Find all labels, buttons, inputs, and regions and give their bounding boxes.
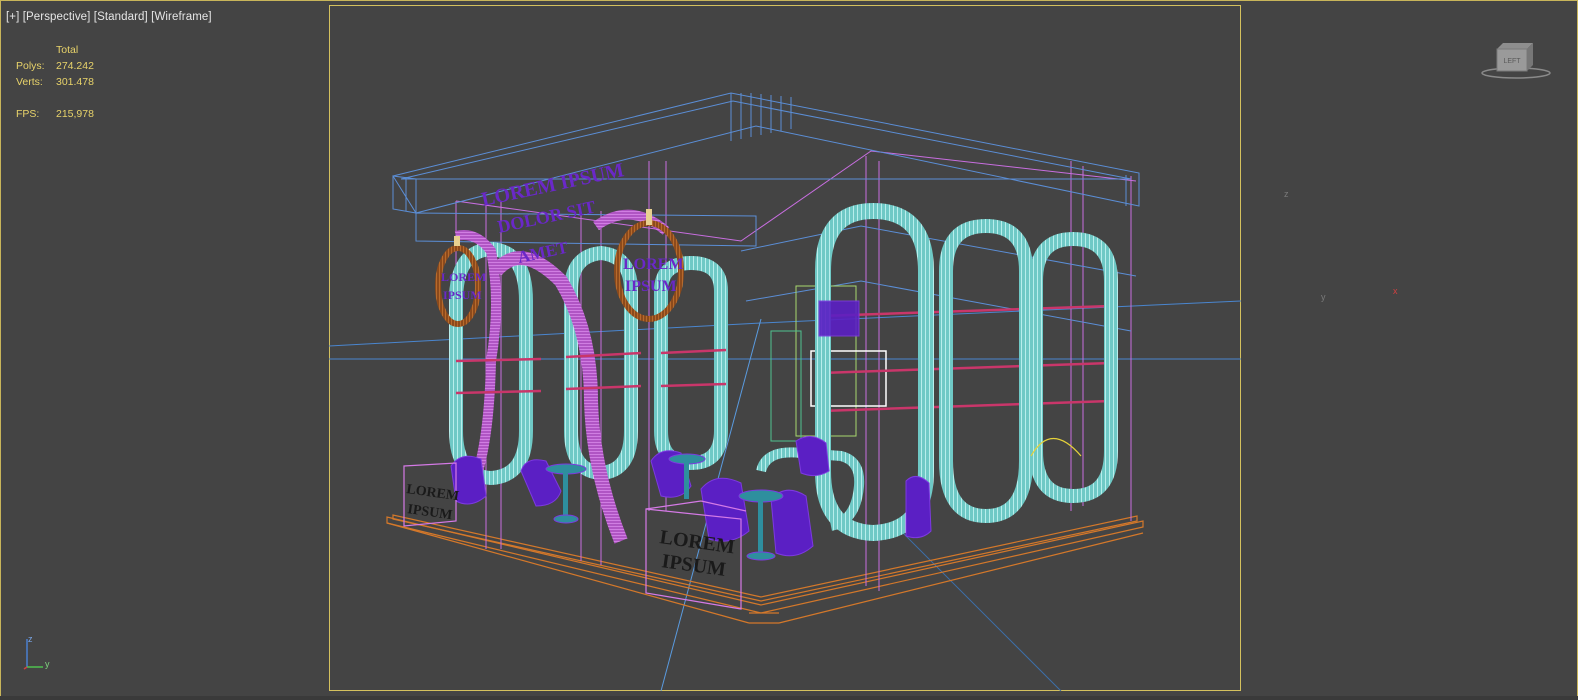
axis-triad-icon: z y — [23, 634, 50, 670]
ring-right-line-1: LOREM — [623, 256, 683, 273]
floor-platform — [386, 514, 1144, 624]
axis-triad: z y — [21, 631, 61, 676]
viewcube-face-label: LEFT — [1503, 58, 1521, 65]
right-arch-shelves — [756, 202, 1118, 542]
viewcube-icon: LEFT — [1481, 43, 1551, 79]
viewcube[interactable]: LEFT — [1481, 41, 1551, 81]
axis-triad-y-label: y — [45, 659, 50, 669]
wireframe-scene[interactable]: LOREM IPSUM DOLOR SIT AMET LOREM IPSUM L… — [1, 1, 1578, 698]
gizmo-y-label: y — [1321, 292, 1326, 302]
ring-left-line-1: LOREM — [441, 270, 486, 284]
gizmo-x-label: x — [1393, 286, 1398, 296]
axis-triad-z-label: z — [28, 634, 33, 644]
top-sign-line-1: LOREM IPSUM — [479, 159, 626, 211]
perspective-viewport[interactable]: [+] [Perspective] [Standard] [Wireframe]… — [0, 0, 1578, 698]
ring-left-line-2: IPSUM — [443, 288, 482, 302]
counter-left-line-1: LOREM — [405, 482, 459, 504]
gizmo-z-label: z — [1284, 189, 1289, 199]
ring-right-line-2: IPSUM — [625, 278, 677, 295]
bottom-strip — [0, 696, 1578, 700]
right-wall-frame — [740, 225, 1137, 442]
gizmo-labels: z y x — [1284, 189, 1398, 302]
